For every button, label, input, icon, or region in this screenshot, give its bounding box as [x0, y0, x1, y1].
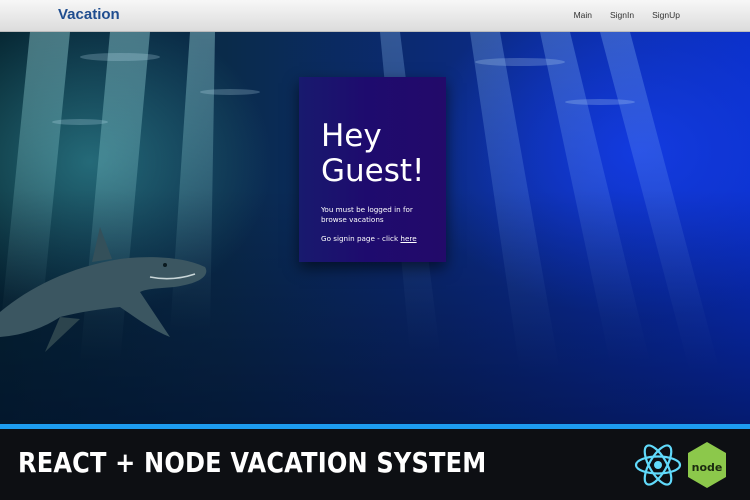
nav-link-signin[interactable]: SignIn	[610, 10, 634, 20]
node-logo-icon: node	[688, 442, 726, 488]
card-title-line1: Hey	[321, 118, 382, 154]
nav-links: Main SignIn SignUp	[574, 10, 680, 20]
react-logo-icon	[634, 444, 682, 486]
underwater-hero-background: Hey Guest! You must be logged in for bro…	[0, 32, 750, 424]
card-title-line2: Guest!	[321, 153, 425, 189]
banner-title: REACT + NODE VACATION SYSTEM	[18, 446, 487, 479]
shark-illustration	[0, 227, 207, 352]
node-logo-text: node	[692, 461, 723, 474]
bottom-banner: REACT + NODE VACATION SYSTEM node	[0, 429, 750, 500]
signin-instruction-text: Go signin page - click	[321, 234, 401, 243]
login-required-message: You must be logged in for browse vacatio…	[321, 205, 413, 224]
signin-instruction: Go signin page - click here	[321, 234, 434, 243]
nav-link-signup[interactable]: SignUp	[652, 10, 680, 20]
guest-card: Hey Guest! You must be logged in for bro…	[299, 77, 446, 262]
top-navbar: Vacation Main SignIn SignUp	[0, 0, 750, 32]
brand-logo[interactable]: Vacation	[58, 6, 120, 23]
card-title: Hey Guest!	[321, 119, 434, 189]
nav-link-main[interactable]: Main	[574, 10, 592, 20]
signin-here-link[interactable]: here	[400, 234, 416, 243]
